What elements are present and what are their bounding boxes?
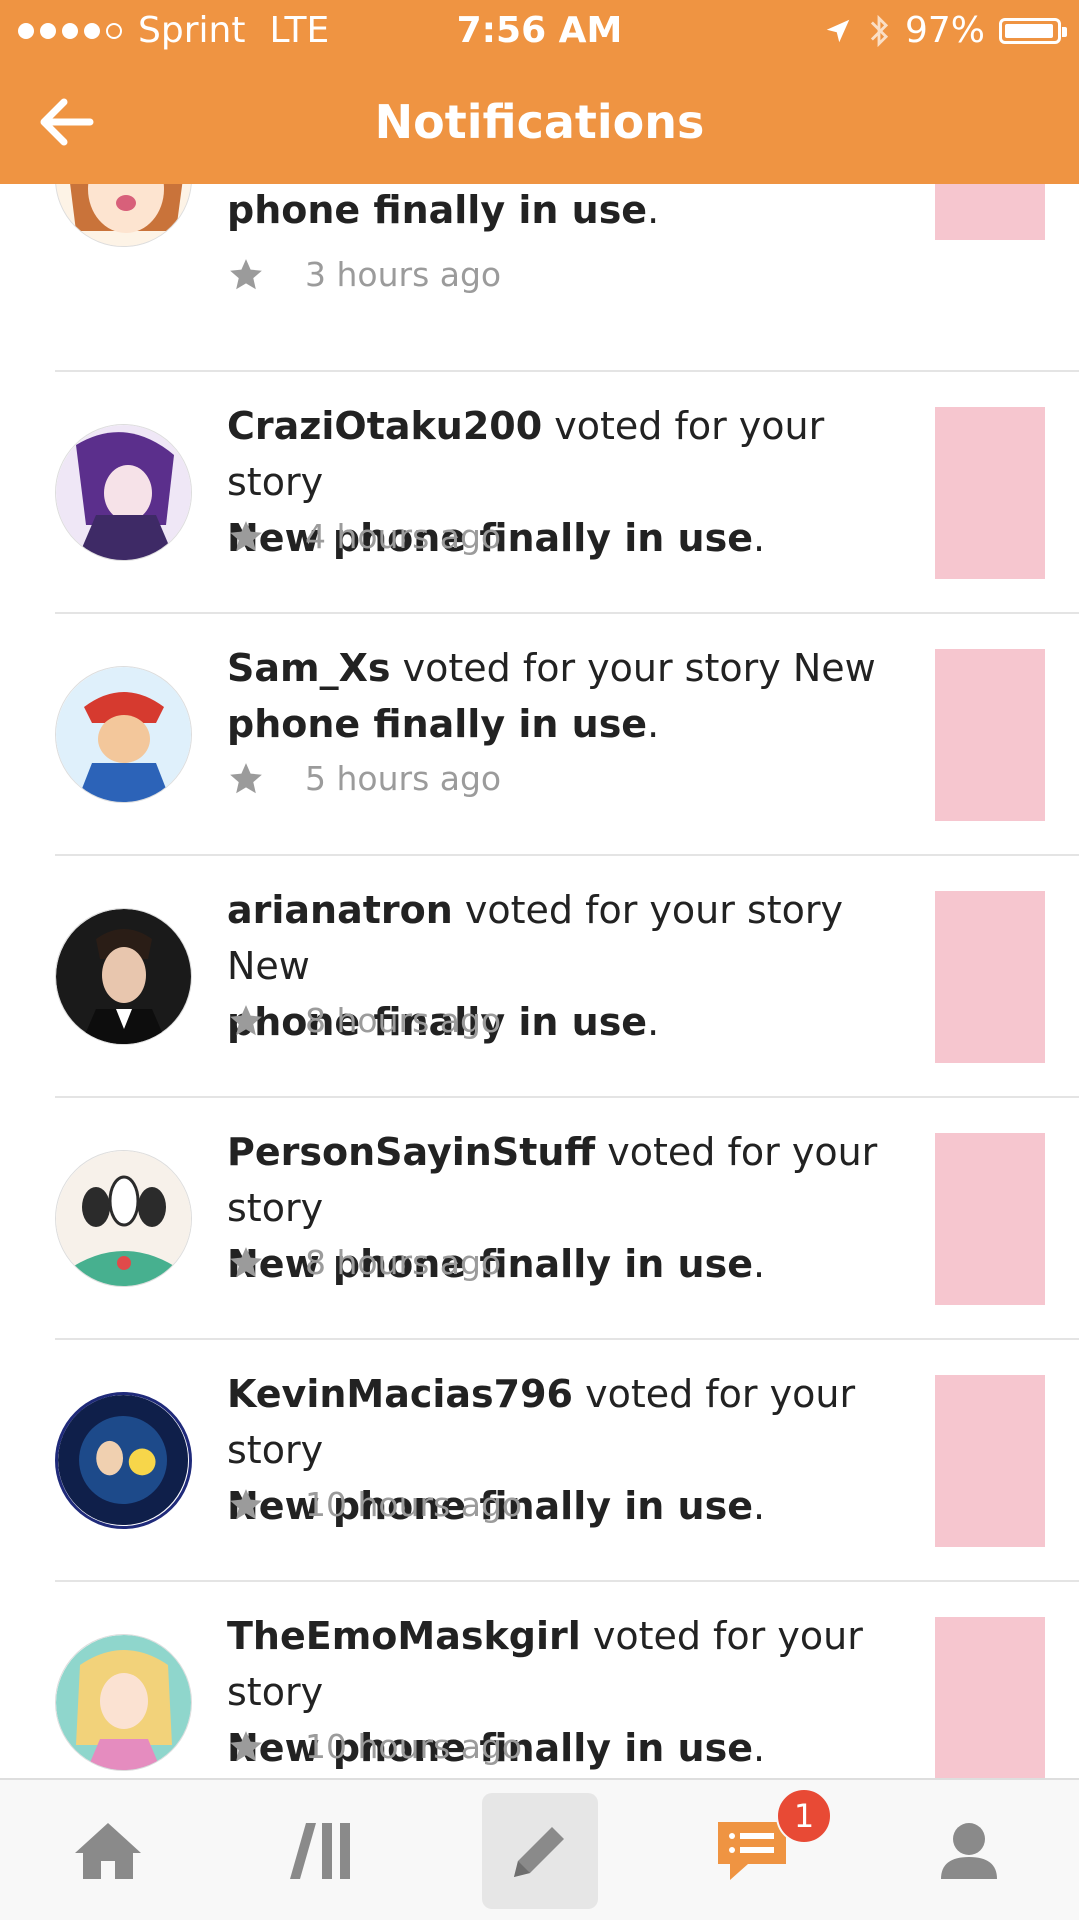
notification-meta: 5 hours ago [227, 759, 501, 798]
user-avatar[interactable] [55, 908, 192, 1045]
story-cover[interactable] [935, 891, 1045, 1063]
bluetooth-icon [870, 14, 889, 47]
story-title[interactable]: phone finally in use [227, 702, 647, 746]
star-icon [230, 1488, 262, 1519]
username[interactable]: TheEmoMaskgirl [227, 1614, 581, 1658]
notification-item[interactable]: TheEmoMaskgirl voted for your story New … [0, 1582, 1079, 1778]
time-ago: 10 hours ago [305, 1727, 523, 1766]
back-button[interactable] [30, 86, 102, 158]
notification-meta: 10 hours ago [227, 1727, 522, 1766]
tab-library[interactable] [248, 1780, 398, 1922]
notification-meta: 8 hours ago [227, 1001, 501, 1040]
username[interactable]: KevinMacias796 [227, 1372, 573, 1416]
user-avatar[interactable] [55, 424, 192, 561]
time-ago: 8 hours ago [305, 1001, 502, 1040]
profile-icon [941, 1823, 997, 1879]
avatar-image [56, 184, 191, 246]
battery-icon [999, 17, 1067, 44]
pencil-icon [514, 1827, 564, 1877]
location-arrow-icon [826, 19, 850, 42]
notification-item[interactable]: phone finally in use. 3 hours ago [0, 184, 1079, 372]
time-ago: 8 hours ago [305, 1243, 502, 1282]
notification-list[interactable]: phone finally in use. 3 hours ago CraziO… [0, 184, 1079, 1778]
user-avatar[interactable] [55, 184, 192, 247]
time-ago: 10 hours ago [305, 1485, 523, 1524]
notification-text: phone finally in use. [227, 188, 660, 232]
username[interactable]: Sam_Xs [227, 646, 391, 690]
nav-bar: Notifications [0, 60, 1079, 184]
user-avatar[interactable] [55, 666, 192, 803]
user-avatar[interactable] [55, 1634, 192, 1771]
page-title: Notifications [374, 95, 705, 149]
notification-text: Sam_Xs voted for your story New phone fi… [227, 646, 876, 746]
user-avatar[interactable] [55, 1150, 192, 1287]
time-ago: 3 hours ago [305, 255, 502, 294]
star-icon [230, 520, 262, 551]
status-bar: Sprint LTE 7:56 AM 97% [0, 0, 1079, 60]
story-cover[interactable] [935, 1133, 1045, 1305]
star-icon [230, 762, 262, 793]
time-ago: 4 hours ago [305, 517, 502, 556]
messages-badge: 1 [776, 1788, 832, 1844]
notification-item[interactable]: arianatron voted for your story New phon… [0, 856, 1079, 1098]
tab-home[interactable] [33, 1780, 183, 1922]
avatar-image [56, 667, 191, 802]
tab-bar: 1 [0, 1778, 1079, 1920]
library-icon [290, 1823, 350, 1879]
user-avatar[interactable] [55, 1392, 192, 1529]
story-cover[interactable] [935, 407, 1045, 579]
story-cover[interactable] [935, 1375, 1045, 1547]
notification-meta: 3 hours ago [227, 255, 501, 294]
home-icon [75, 1823, 141, 1879]
avatar-image [56, 1151, 191, 1286]
story-title[interactable]: phone finally in use [227, 188, 647, 232]
arrow-left-icon [40, 98, 94, 146]
star-icon [230, 1246, 262, 1277]
notification-item[interactable]: Sam_Xs voted for your story New phone fi… [0, 614, 1079, 856]
notification-item[interactable]: CraziOtaku200 voted for your story New p… [0, 372, 1079, 614]
star-icon [230, 1730, 262, 1761]
avatar-image [58, 1395, 189, 1526]
notification-meta: 4 hours ago [227, 517, 501, 556]
tab-create[interactable] [482, 1793, 598, 1909]
notification-meta: 8 hours ago [227, 1243, 501, 1282]
star-icon [230, 258, 262, 289]
story-cover[interactable] [935, 649, 1045, 821]
avatar-image [56, 909, 191, 1044]
story-cover[interactable] [935, 1617, 1045, 1778]
avatar-image [56, 1635, 191, 1770]
story-cover[interactable] [935, 184, 1045, 240]
username[interactable]: CraziOtaku200 [227, 404, 542, 448]
username[interactable]: PersonSayinStuff [227, 1130, 595, 1174]
battery-percent: 97% [904, 10, 985, 51]
status-right: 97% [823, 10, 1067, 51]
tab-profile[interactable] [894, 1780, 1044, 1922]
time-ago: 5 hours ago [305, 759, 502, 798]
star-icon [230, 1004, 262, 1035]
notification-meta: 10 hours ago [227, 1485, 522, 1524]
avatar-image [56, 425, 191, 560]
notification-item[interactable]: PersonSayinStuff voted for your story Ne… [0, 1098, 1079, 1340]
notification-item[interactable]: KevinMacias796 voted for your story New … [0, 1340, 1079, 1582]
username[interactable]: arianatron [227, 888, 453, 932]
top-bar: Sprint LTE 7:56 AM 97% Notifications [0, 0, 1079, 184]
